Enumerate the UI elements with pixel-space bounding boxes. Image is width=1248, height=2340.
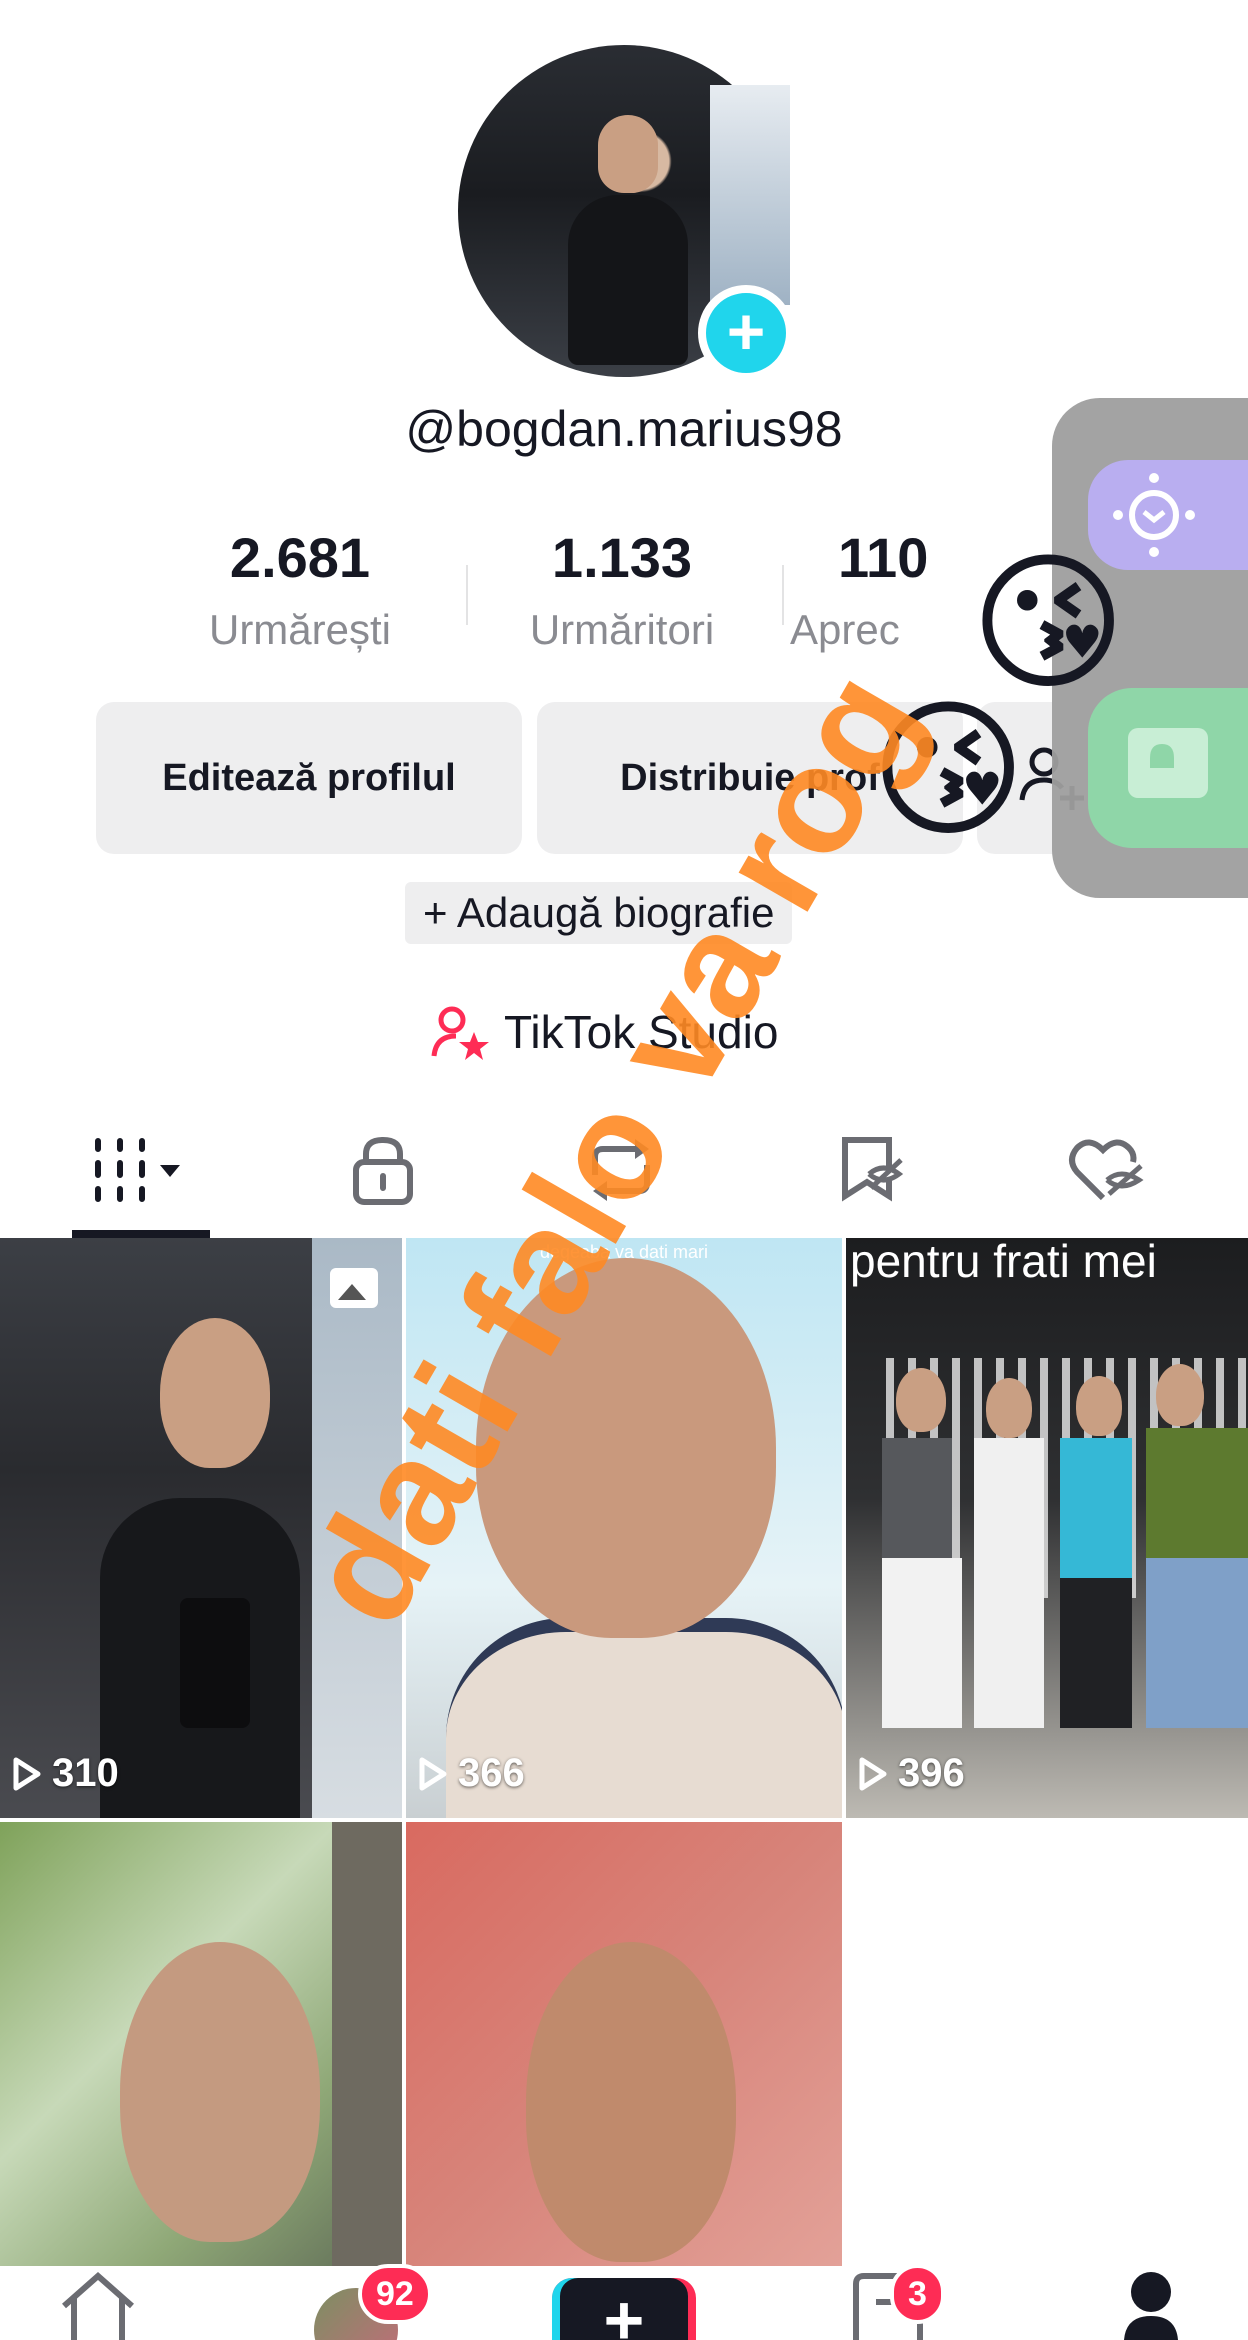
grid-icon bbox=[95, 1138, 180, 1202]
followers-stat[interactable]: 1.133 Urmăritori bbox=[472, 525, 772, 654]
view-count-value: 366 bbox=[458, 1751, 525, 1795]
video-caption: pentru frati mei bbox=[850, 1238, 1157, 1287]
nav-inbox[interactable]: 3 bbox=[850, 2264, 945, 2340]
lock-icon bbox=[353, 1136, 413, 1205]
following-label: Urmărești bbox=[208, 606, 391, 653]
view-count: 396 bbox=[858, 1751, 965, 1796]
profile-stats: 2.681 Urmărești 1.133 Urmăritori 110 Apr… bbox=[150, 525, 1090, 665]
tab-liked[interactable] bbox=[1042, 1110, 1172, 1230]
play-icon bbox=[419, 1757, 447, 1790]
following-count: 2.681 bbox=[229, 526, 371, 589]
followers-count: 1.133 bbox=[551, 526, 693, 589]
saved-icon bbox=[842, 1137, 904, 1202]
home-icon bbox=[62, 2271, 134, 2340]
video-tile[interactable] bbox=[406, 1822, 842, 2266]
view-count-value: 310 bbox=[52, 1751, 119, 1795]
bottom-navigation: 92 + 3 bbox=[0, 2264, 1248, 2340]
profile-avatar[interactable]: + bbox=[458, 45, 794, 381]
nav-home[interactable] bbox=[56, 2266, 140, 2340]
active-tab-indicator bbox=[72, 1230, 210, 1238]
followers-label: Urmăritori bbox=[529, 606, 715, 653]
liked-hidden-icon bbox=[1069, 1139, 1144, 1201]
notification-app-icon bbox=[1128, 728, 1208, 798]
kiss-emoji: 😘 bbox=[970, 539, 1127, 707]
photo-icon bbox=[330, 1268, 378, 1308]
add-avatar-button[interactable]: + bbox=[698, 285, 794, 381]
edge-panel-app-2[interactable] bbox=[1088, 688, 1248, 848]
view-count-value: 396 bbox=[898, 1751, 965, 1795]
friends-badge: 92 bbox=[358, 2264, 432, 2324]
play-icon bbox=[859, 1757, 887, 1790]
tab-saved[interactable] bbox=[806, 1110, 936, 1230]
tab-private[interactable] bbox=[318, 1110, 448, 1230]
studio-person-star-icon bbox=[431, 1006, 489, 1060]
tab-videos[interactable] bbox=[76, 1110, 206, 1230]
following-stat[interactable]: 2.681 Urmărești bbox=[150, 525, 450, 654]
create-button[interactable]: + bbox=[552, 2266, 696, 2340]
profile-icon bbox=[1124, 2272, 1178, 2340]
view-count: 310 bbox=[12, 1751, 119, 1796]
plus-icon: + bbox=[560, 2278, 688, 2340]
video-tile[interactable] bbox=[0, 1822, 402, 2266]
view-count: 366 bbox=[418, 1751, 525, 1796]
inbox-badge: 3 bbox=[890, 2264, 945, 2324]
video-grid: 310 degeaba va dati mari 366 pentru frat… bbox=[0, 1238, 1248, 2266]
play-icon bbox=[13, 1757, 41, 1790]
nav-friends[interactable]: 92 bbox=[314, 2264, 432, 2340]
nav-profile[interactable] bbox=[1124, 2266, 1178, 2340]
edit-profile-button[interactable]: Editează profilul bbox=[96, 702, 522, 854]
video-tile[interactable]: pentru frati mei 396 bbox=[846, 1238, 1248, 1818]
